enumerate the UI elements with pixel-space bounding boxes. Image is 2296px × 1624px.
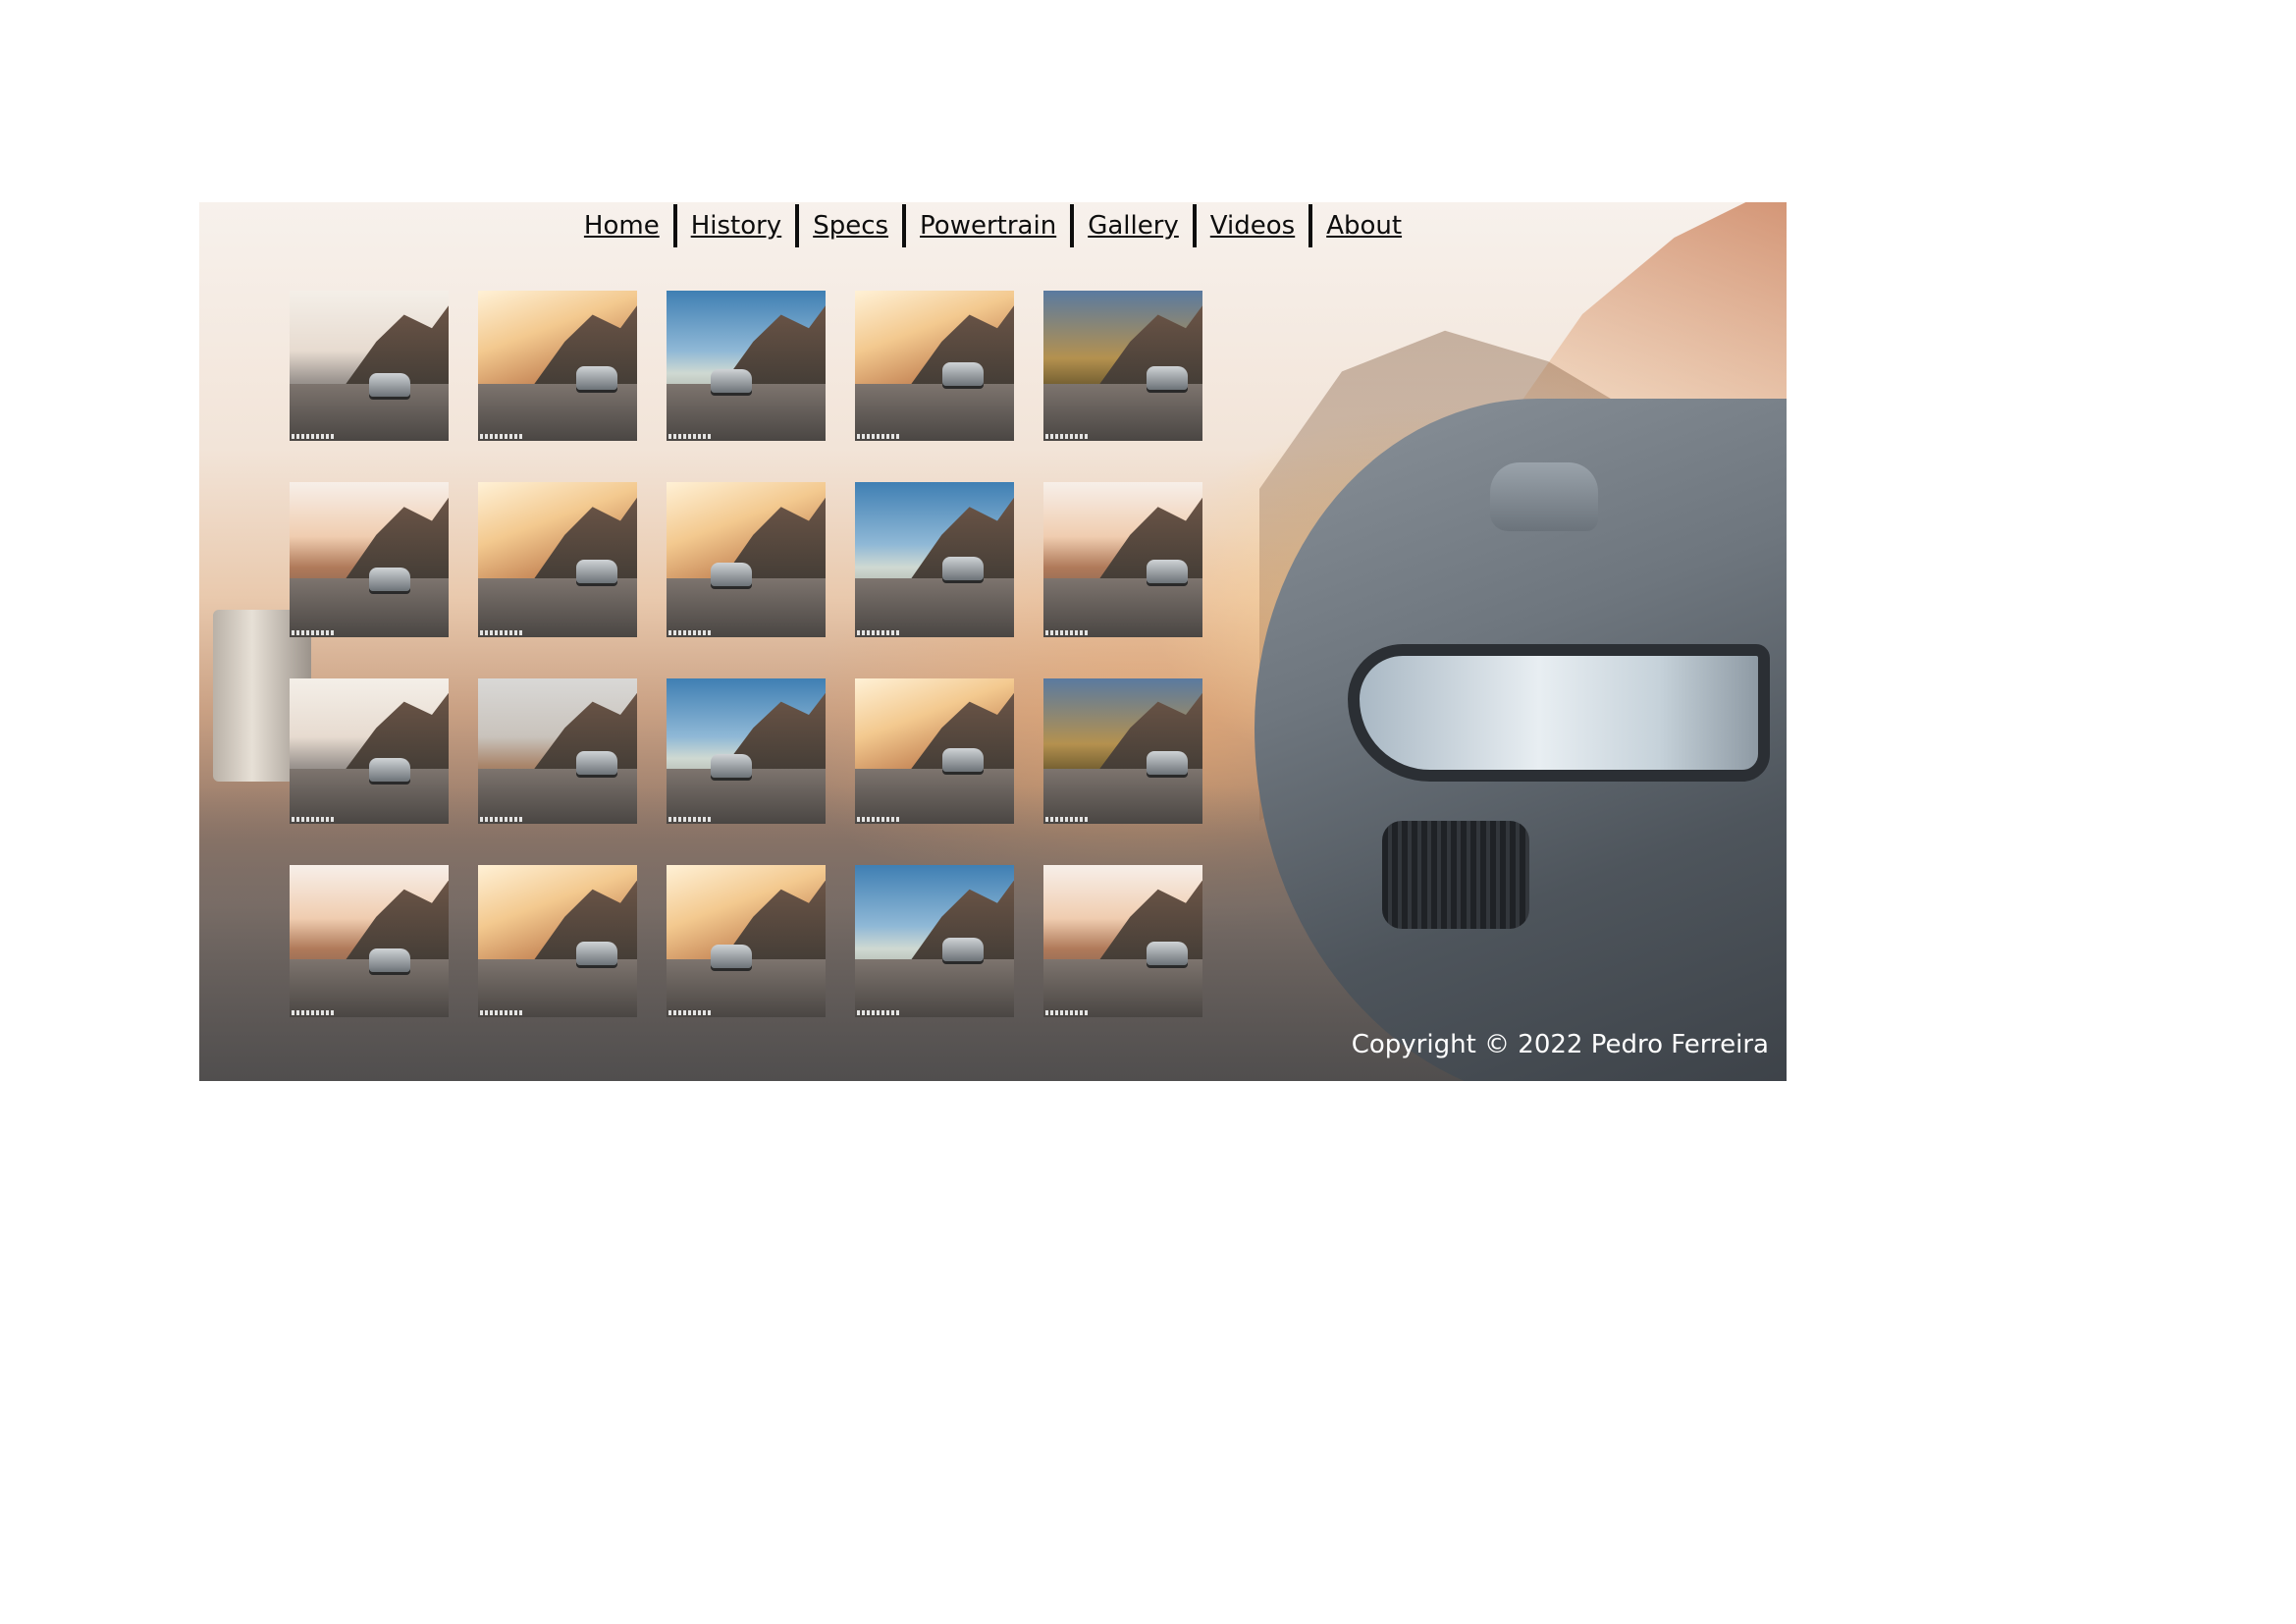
thumbnail-car bbox=[711, 368, 753, 393]
thumbnail-watermark bbox=[857, 434, 900, 439]
main-nav: Home History Specs Powertrain Gallery Vi… bbox=[199, 202, 1787, 249]
nav-item-about: About bbox=[1312, 211, 1415, 241]
gallery-thumbnail[interactable] bbox=[667, 482, 826, 637]
gallery-thumbnail[interactable] bbox=[1043, 291, 1202, 441]
background-car-grille bbox=[1382, 821, 1529, 929]
gallery-thumbnail[interactable] bbox=[667, 865, 826, 1017]
thumbnail-road bbox=[1043, 768, 1202, 824]
thumbnail-car bbox=[1147, 560, 1189, 583]
thumbnail-car bbox=[576, 365, 618, 390]
thumbnail-road bbox=[855, 959, 1014, 1017]
thumbnail-watermark bbox=[857, 630, 900, 635]
background-car-mirror bbox=[1490, 462, 1598, 531]
thumbnail-car bbox=[711, 944, 753, 968]
gallery-thumbnail[interactable] bbox=[290, 865, 449, 1017]
thumbnail-car bbox=[369, 758, 410, 783]
thumbnail-road bbox=[478, 959, 637, 1017]
nav-link-videos[interactable]: Videos bbox=[1197, 211, 1308, 241]
thumbnail-road bbox=[478, 383, 637, 441]
gallery-thumbnail[interactable] bbox=[478, 482, 637, 637]
thumbnail-car bbox=[369, 948, 410, 973]
gallery-grid bbox=[290, 291, 1202, 1017]
thumbnail-watermark bbox=[857, 817, 900, 822]
thumbnail-car bbox=[576, 751, 618, 775]
thumbnail-car bbox=[942, 938, 985, 962]
thumbnail-watermark bbox=[857, 1010, 900, 1015]
thumbnail-watermark bbox=[480, 630, 523, 635]
thumbnail-watermark bbox=[1045, 1010, 1089, 1015]
thumbnail-car bbox=[711, 753, 753, 778]
nav-link-gallery[interactable]: Gallery bbox=[1074, 211, 1193, 241]
thumbnail-road bbox=[1043, 383, 1202, 441]
thumbnail-watermark bbox=[1045, 434, 1089, 439]
nav-item-specs: Specs bbox=[799, 211, 902, 241]
thumbnail-watermark bbox=[480, 434, 523, 439]
nav-link-about[interactable]: About bbox=[1312, 211, 1415, 241]
gallery-thumbnail[interactable] bbox=[1043, 865, 1202, 1017]
thumbnail-car bbox=[711, 563, 753, 587]
thumbnail-watermark bbox=[292, 630, 335, 635]
gallery-thumbnail[interactable] bbox=[1043, 482, 1202, 637]
thumbnail-car bbox=[576, 941, 618, 965]
nav-item-gallery: Gallery bbox=[1074, 211, 1193, 241]
gallery-thumbnail[interactable] bbox=[667, 291, 826, 441]
gallery-thumbnail[interactable] bbox=[478, 865, 637, 1017]
thumbnail-road bbox=[855, 768, 1014, 824]
thumbnail-car bbox=[942, 362, 985, 387]
thumbnail-road bbox=[855, 577, 1014, 637]
thumbnail-road bbox=[667, 959, 826, 1017]
gallery-thumbnail[interactable] bbox=[1043, 678, 1202, 824]
thumbnail-road bbox=[478, 768, 637, 824]
thumbnail-watermark bbox=[292, 817, 335, 822]
gallery-thumbnail[interactable] bbox=[855, 291, 1014, 441]
site-container: Home History Specs Powertrain Gallery Vi… bbox=[199, 202, 1787, 1081]
thumbnail-car bbox=[1147, 365, 1189, 390]
thumbnail-road bbox=[1043, 577, 1202, 637]
gallery-thumbnail[interactable] bbox=[478, 678, 637, 824]
thumbnail-road bbox=[667, 577, 826, 637]
thumbnail-watermark bbox=[292, 434, 335, 439]
nav-link-history[interactable]: History bbox=[677, 211, 796, 241]
nav-item-powertrain: Powertrain bbox=[906, 211, 1070, 241]
thumbnail-car bbox=[369, 373, 410, 398]
thumbnail-watermark bbox=[668, 1010, 712, 1015]
nav-link-powertrain[interactable]: Powertrain bbox=[906, 211, 1070, 241]
thumbnail-watermark bbox=[668, 630, 712, 635]
thumbnail-car bbox=[942, 748, 985, 773]
nav-item-videos: Videos bbox=[1197, 211, 1308, 241]
thumbnail-road bbox=[478, 577, 637, 637]
thumbnail-watermark bbox=[1045, 817, 1089, 822]
thumbnail-watermark bbox=[1045, 630, 1089, 635]
nav-item-home: Home bbox=[570, 211, 673, 241]
thumbnail-car bbox=[1147, 751, 1189, 775]
thumbnail-road bbox=[667, 383, 826, 441]
gallery-thumbnail[interactable] bbox=[478, 291, 637, 441]
gallery-thumbnail[interactable] bbox=[290, 678, 449, 824]
thumbnail-car bbox=[942, 556, 985, 580]
thumbnail-watermark bbox=[292, 1010, 335, 1015]
gallery-thumbnail[interactable] bbox=[290, 482, 449, 637]
gallery-thumbnail[interactable] bbox=[290, 291, 449, 441]
thumbnail-car bbox=[369, 567, 410, 591]
thumbnail-watermark bbox=[668, 434, 712, 439]
thumbnail-car bbox=[1147, 941, 1189, 965]
copyright-text: Copyright © 2022 Pedro Ferreira bbox=[1351, 1030, 1769, 1059]
thumbnail-road bbox=[1043, 959, 1202, 1017]
background-car-headlight bbox=[1348, 644, 1770, 782]
gallery-thumbnail[interactable] bbox=[855, 678, 1014, 824]
nav-link-home[interactable]: Home bbox=[570, 211, 673, 241]
thumbnail-car bbox=[576, 560, 618, 583]
gallery-thumbnail[interactable] bbox=[667, 678, 826, 824]
thumbnail-watermark bbox=[480, 817, 523, 822]
thumbnail-watermark bbox=[668, 817, 712, 822]
nav-item-history: History bbox=[677, 211, 796, 241]
nav-link-specs[interactable]: Specs bbox=[799, 211, 902, 241]
gallery-thumbnail[interactable] bbox=[855, 482, 1014, 637]
thumbnail-road bbox=[855, 383, 1014, 441]
thumbnail-watermark bbox=[480, 1010, 523, 1015]
gallery-thumbnail[interactable] bbox=[855, 865, 1014, 1017]
